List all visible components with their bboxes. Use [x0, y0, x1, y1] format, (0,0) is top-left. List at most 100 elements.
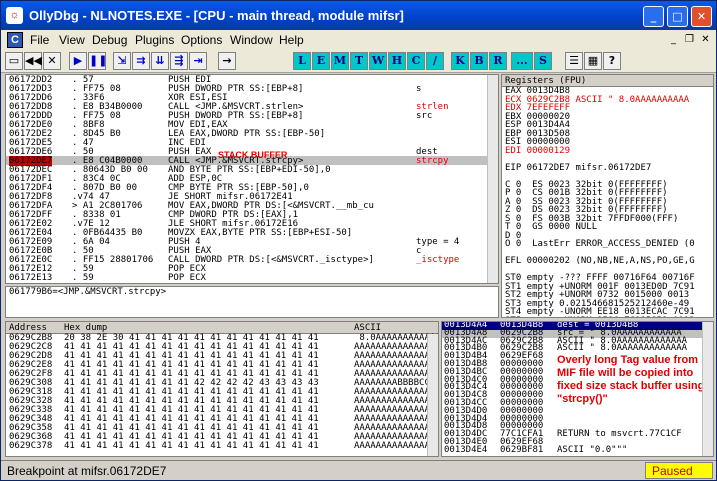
status-bar: Breakpoint at mifsr.06172DE7 Paused [1, 460, 716, 480]
window-title: OllyDbg - NLNOTES.EXE - [CPU - main thre… [29, 8, 404, 23]
close-button[interactable]: ✕ [691, 6, 712, 27]
go-to-address-icon[interactable]: → [218, 52, 236, 70]
disasm-row[interactable]: 06172DE0. 8BF8 MOV EDI,EAX [6, 120, 498, 130]
tb-source-button[interactable]: S [534, 52, 552, 70]
dump-scrollbar[interactable] [427, 334, 438, 456]
mdi-restore-icon[interactable]: ❐ [683, 33, 696, 46]
disasm-row[interactable]: 06172DDD. FF75 08 PUSH DWORD PTR SS:[EBP+… [6, 111, 498, 121]
dump-col-ascii: ASCII [354, 323, 382, 333]
stack-comment: ASCII "0.0""" [557, 444, 628, 455]
list-icon[interactable]: ☰ [565, 52, 583, 70]
open-icon[interactable]: ▭ [5, 52, 23, 70]
toolbar: ▭ ◀◀ ✕ ▶ ❚❚ ⇲ ⇉ ⇊ ⇶ ⇥ → L E M T W H C / … [1, 50, 716, 73]
stack-comment: RETURN to msvcrt.77C1CF [557, 429, 682, 440]
disasm-row[interactable]: 06172DFA > A1 2C801706 MOV EAX,DWORD PTR D… [6, 201, 498, 211]
restart-icon[interactable]: ◀◀ [24, 52, 42, 70]
register-row[interactable]: EIP 06172DE7 mifsr.06172DE7 [505, 163, 713, 173]
disasm-row[interactable]: 06172E12. 59 POP ECX [6, 264, 498, 274]
disasm-scrollbar[interactable] [487, 75, 498, 283]
mdi-close-icon[interactable]: ✕ [699, 33, 712, 46]
run-icon[interactable]: ▶ [69, 52, 87, 70]
dump-address: 0629C378 [9, 441, 53, 451]
maximize-button[interactable]: □ [667, 6, 688, 27]
disasm-row[interactable]: 06172DF8 .v74 47 JE SHORT mifsr.06172E41 [6, 192, 498, 202]
tb-executables-button[interactable]: E [312, 52, 330, 70]
disasm-row[interactable]: 06172DF4. 807D B0 00 CMP BYTE PTR SS:[EBP… [6, 183, 498, 193]
disasm-address: 06172E13 [9, 273, 53, 283]
disasm-row[interactable]: 06172DD2. 57 PUSH EDI [6, 75, 498, 85]
minimize-button[interactable]: _ [643, 6, 664, 27]
stack-comment: ASCII " 8.0AAAAAAAAAAAAA [557, 343, 688, 354]
disasm-row[interactable]: 06172DF1. 83C4 0C ADD ESP,0C [6, 174, 498, 184]
menu-debug[interactable]: Debug [92, 30, 127, 50]
tb-cpu-button[interactable]: C [407, 52, 425, 70]
disasm-row[interactable]: 06172E0C. FF15 28801706 CALL DWORD PTR DS… [6, 255, 498, 265]
overflow-annotation: Overly long Tag value from MIF file will… [557, 354, 705, 405]
register-row[interactable]: EDI 00000129 [505, 145, 713, 156]
disasm-row[interactable]: 06172E0B. 50 PUSH EAX c [6, 246, 498, 256]
disasm-row[interactable]: 06172DE2. 8D45 B0 LEA EAX,DWORD PTR SS:[E… [6, 129, 498, 139]
disasm-row[interactable]: 06172E02 .v7E 12 JLE SHORT mifsr.06172E16 [6, 219, 498, 229]
menu-view[interactable]: View [59, 30, 85, 50]
tb-patches-button[interactable]: / [426, 52, 444, 70]
disasm-hex: . 59 [72, 273, 94, 283]
disassembly-pane[interactable]: 06172DD2. 57 PUSH EDI 06172DD3. FF75 08 PUS… [5, 74, 499, 284]
register-value: EDI 00000129 [505, 145, 571, 156]
app-bug-icon: ☼ [6, 7, 23, 24]
cpu-window-icon[interactable]: C [7, 32, 23, 48]
disasm-row[interactable]: 06172E09. 6A 04 PUSH 4 type = 4 [6, 237, 498, 247]
tb-windows-button[interactable]: W [369, 52, 387, 70]
register-row[interactable]: EFL 00000202 (NO,NB,NE,A,NS,PO,GE,G [505, 257, 713, 266]
step-over-icon[interactable]: ⇉ [132, 52, 150, 70]
register-row[interactable]: O 0 LastErr ERROR_ACCESS_DENIED (0 [505, 240, 713, 249]
hex-dump-pane[interactable]: Address Hex dump ASCII 0629C2B8 20 38 2E … [5, 321, 439, 457]
ollydbg-window: ☼ OllyDbg - NLNOTES.EXE - [CPU - main th… [0, 0, 717, 481]
menu-plugins[interactable]: Plugins [135, 30, 174, 50]
help-icon[interactable]: ? [603, 52, 621, 70]
menu-file[interactable]: File [30, 30, 49, 50]
step-into-icon[interactable]: ⇲ [113, 52, 131, 70]
pause-icon[interactable]: ❚❚ [88, 52, 107, 70]
register-value: EFL 00000202 (NO,NB,NE,A,NS,PO,GE,G [505, 256, 695, 266]
tb-runtrace-button[interactable]: ... [511, 52, 533, 70]
tb-threads-button[interactable]: T [350, 52, 368, 70]
title-bar[interactable]: ☼ OllyDbg - NLNOTES.EXE - [CPU - main th… [1, 1, 716, 30]
dump-col-address: Address [9, 323, 47, 333]
stack-pane[interactable]: 0013D4A4 0013D4B8 dest = 0013D4B8 0013D4A8 0… [441, 321, 714, 457]
register-row[interactable]: T 0 GS 0000 NULL [505, 223, 713, 232]
disasm-row[interactable]: 06172E13 . 59 POP ECX [6, 273, 498, 283]
registers-pane[interactable]: Registers (FPU) EAX 0013D4B8 ECX 0629C2B8… [501, 74, 714, 318]
disasm-row[interactable]: 06172DD3. FF75 08 PUSH DWORD PTR SS:[EBP+… [6, 84, 498, 94]
tb-callstack-button[interactable]: K [451, 52, 469, 70]
stack-value: 0629BF81 [500, 444, 544, 455]
stack-buffer-label: STACK BUFFER [218, 150, 288, 160]
stack-scrollbar[interactable] [702, 322, 713, 456]
disasm-row[interactable]: 06172DD6. 33F6 XOR ESI,ESI [6, 93, 498, 103]
execute-till-return-icon[interactable]: ⇥ [189, 52, 207, 70]
disasm-row[interactable]: 06172DE5. 47 INC EDI [6, 138, 498, 148]
trace-into-icon[interactable]: ⇊ [151, 52, 169, 70]
disasm-row[interactable]: 06172DEC. 80643D B0 00 AND BYTE PTR SS:[E… [6, 165, 498, 175]
tb-memory-button[interactable]: M [331, 52, 349, 70]
close-program-icon[interactable]: ✕ [43, 52, 61, 70]
menu-options[interactable]: Options [181, 30, 222, 50]
trace-over-icon[interactable]: ⇶ [170, 52, 188, 70]
grid-icon[interactable]: ▦ [584, 52, 602, 70]
disasm-row[interactable]: 06172E04. 0FB64435 B0 MOVZX EAX,BYTE PTR … [6, 228, 498, 238]
stack-row[interactable]: 0013D4E4 0629BF81 ASCII "0.0""" [442, 444, 713, 455]
mdi-minimize-icon[interactable]: _ [667, 33, 680, 46]
menu-help[interactable]: Help [279, 30, 304, 50]
info-line: 061779B6=<JMP.&MSVCRT.strcpy> [9, 287, 167, 297]
register-row[interactable]: ST5 empty +UNORM 1596 7C9158B9 0013 [505, 316, 713, 317]
tb-references-button[interactable]: R [489, 52, 507, 70]
disasm-code: POP ECX [168, 273, 206, 283]
menu-window[interactable]: Window [230, 30, 273, 50]
disasm-row[interactable]: 06172DFF. 8338 01 CMP DWORD PTR DS:[EAX],… [6, 210, 498, 220]
tb-log-button[interactable]: L [293, 52, 311, 70]
menu-bar: C File View Debug Plugins Options Window… [1, 30, 716, 50]
dump-hex: 41 41 41 41 41 41 41 41 41 41 41 41 41 4… [64, 441, 319, 451]
tb-breakpoints-button[interactable]: B [470, 52, 488, 70]
dump-row[interactable]: 0629C378 41 41 41 41 41 41 41 41 41 41 41… [6, 442, 438, 451]
disasm-row[interactable]: 06172DD8. E8 B34B0000 CALL <JMP.&MSVCRT.s… [6, 102, 498, 112]
tb-handles-button[interactable]: H [388, 52, 406, 70]
